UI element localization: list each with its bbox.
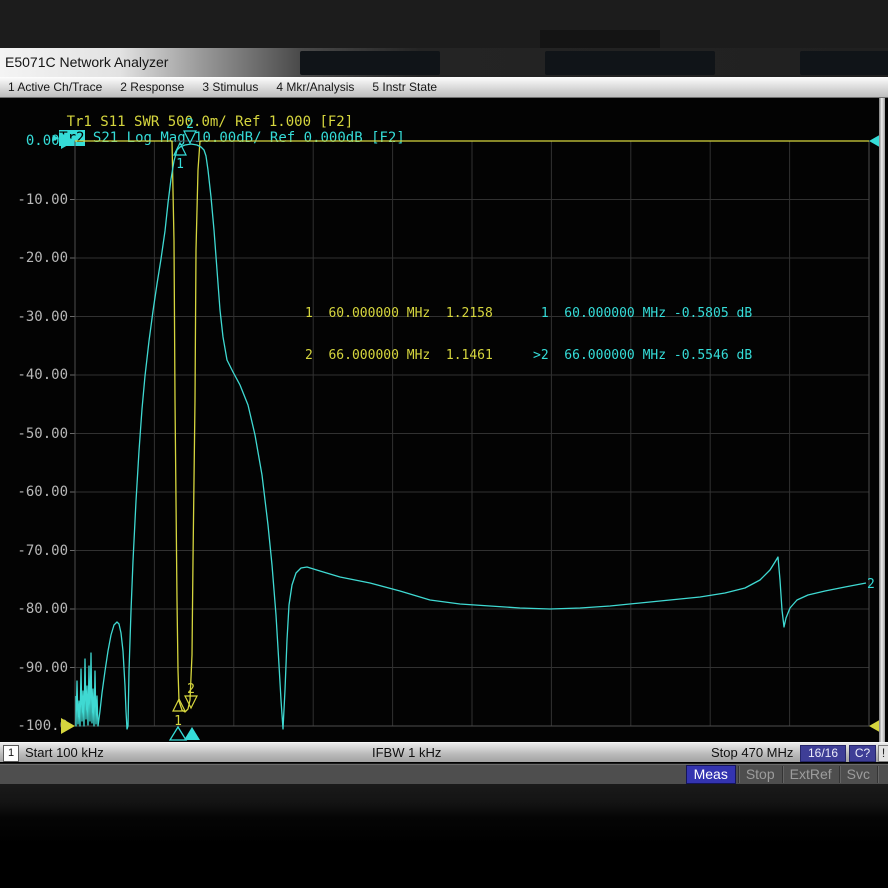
y-axis-label: -90.00 [10, 660, 68, 676]
grid-lines [70, 141, 869, 726]
title-bar-texture [800, 51, 888, 75]
calibration-status-badge: C? [849, 745, 876, 762]
y-axis-label: -80.00 [10, 601, 68, 617]
instrument-screen: Tr1 S11 SWR 500.0m/ Ref 1.000 [F2] ▶Tr2 … [0, 98, 888, 742]
y-axis-label: -50.00 [10, 426, 68, 442]
menu-bar: 1 Active Ch/Trace 2 Response 3 Stimulus 4 M… [0, 77, 888, 98]
screen-bezel [0, 784, 888, 888]
marker-row: 1 60.000000 MHz 1.2158 [305, 307, 493, 321]
marker2-stimulus-icon[interactable] [184, 727, 200, 740]
menu-item-2[interactable]: 2 Response [120, 80, 184, 94]
marker2-tr1-label: 2 [187, 682, 195, 697]
sweep-stop-value[interactable]: Stop 470 MHz [711, 745, 793, 760]
y-axis-label: -20.00 [10, 250, 68, 266]
softkey-extref[interactable]: ExtRef [782, 766, 839, 783]
instrument-status-bar: MeasStopExtRefSvc [0, 763, 888, 785]
marker1-tr2-label: 1 [176, 157, 184, 172]
marker-row: >2 66.000000 MHz -0.5546 dB [533, 349, 752, 363]
marker2-tr2-label: 2 [186, 117, 194, 132]
y-axis-label: -70.00 [10, 543, 68, 559]
menu-item-1[interactable]: 1 Active Ch/Trace [8, 80, 102, 94]
y-axis-label: -10.00 [10, 192, 68, 208]
channel-number-box: 1 [3, 745, 19, 762]
window-texture [540, 30, 660, 48]
ifbw-value[interactable]: IFBW 1 kHz [372, 745, 441, 760]
averaging-count-badge: 16/16 [800, 745, 846, 762]
marker-readout-tr1: 1 60.000000 MHz 1.2158 2 66.000000 MHz 1… [305, 279, 493, 391]
softkey-partial [877, 766, 888, 783]
marker-row: 1 60.000000 MHz -0.5805 dB [533, 307, 752, 321]
screen-right-edge [879, 98, 885, 742]
channel-status-bar: 1 Start 100 kHz IFBW 1 kHz Stop 470 MHz … [0, 742, 888, 762]
window-chrome-top [0, 0, 888, 48]
menu-item-3[interactable]: 3 Stimulus [202, 80, 258, 94]
softkey-stop[interactable]: Stop [738, 766, 782, 783]
window-title: E5071C Network Analyzer [5, 54, 168, 70]
trace2-end-label: 2 [867, 577, 875, 592]
marker-readout-tr2: 1 60.000000 MHz -0.5805 dB >2 66.000000 … [533, 279, 752, 391]
title-bar-texture [300, 51, 440, 75]
e5071c-application: E5071C Network Analyzer 1 Active Ch/Trac… [0, 0, 888, 888]
marker2-tr1-icon[interactable] [185, 696, 197, 708]
y-axis-label: -100.0 [10, 718, 68, 734]
menu-item-5[interactable]: 5 Instr State [372, 80, 437, 94]
sweep-start-value[interactable]: Start 100 kHz [25, 745, 104, 760]
title-bar-texture [545, 51, 715, 75]
y-axis-label: -30.00 [10, 309, 68, 325]
alert-badge: ! [878, 745, 888, 762]
graticule: 1 2 1 2 2 [75, 141, 869, 726]
tr1-ref-level-icon-left [61, 718, 75, 734]
y-axis-label: -40.00 [10, 367, 68, 383]
marker-row: 2 66.000000 MHz 1.1461 [305, 349, 493, 363]
softkey-svc[interactable]: Svc [839, 766, 877, 783]
y-axis-label: 0.000 [10, 133, 68, 149]
menu-item-4[interactable]: 4 Mkr/Analysis [276, 80, 354, 94]
y-axis-label: -60.00 [10, 484, 68, 500]
softkey-meas[interactable]: Meas [686, 765, 736, 784]
title-bar: E5071C Network Analyzer [0, 48, 888, 77]
